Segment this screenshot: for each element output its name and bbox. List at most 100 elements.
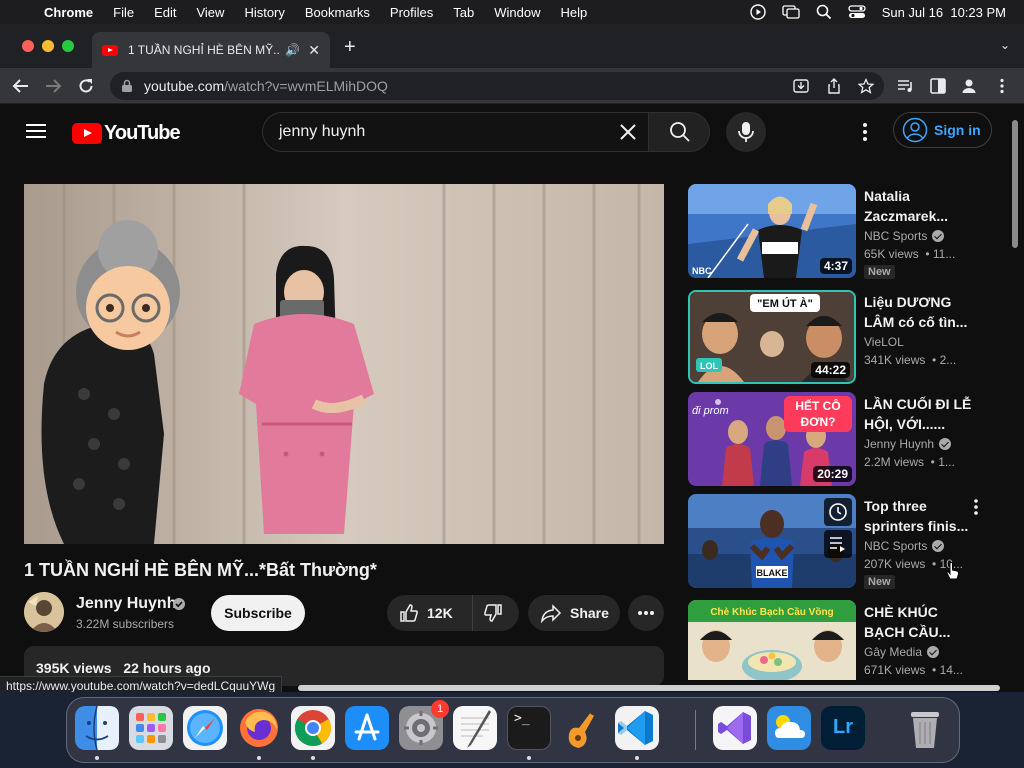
bookmark-star-icon[interactable] xyxy=(858,78,874,94)
clear-search-icon[interactable] xyxy=(616,120,640,144)
dock-garageband-icon[interactable] xyxy=(561,706,605,750)
youtube-header: YouTube jenny huynh Sign in xyxy=(0,104,1024,160)
dock-system-settings-icon[interactable]: 1 xyxy=(399,700,449,750)
close-window-button[interactable] xyxy=(22,40,34,52)
install-app-icon[interactable] xyxy=(793,78,809,94)
duration-badge: 44:22 xyxy=(811,362,850,378)
recommendation-item[interactable]: BLAKE Top three sprinters finis... NBC Sp… xyxy=(688,494,998,590)
duration-badge: 20:29 xyxy=(813,466,852,482)
menu-history[interactable]: History xyxy=(244,5,284,20)
more-actions-button[interactable] xyxy=(628,595,664,631)
menu-profiles[interactable]: Profiles xyxy=(390,5,433,20)
screen-mirroring-icon[interactable] xyxy=(782,4,800,20)
video-title: 1 TUẦN NGHỈ HÈ BÊN MỸ...*Bất Thường* xyxy=(24,560,377,580)
reload-icon[interactable] xyxy=(77,77,95,95)
dock-finder-icon[interactable] xyxy=(75,706,119,750)
spotlight-search-icon[interactable] xyxy=(816,4,832,20)
search-input[interactable]: jenny huynh xyxy=(262,112,648,152)
menu-view[interactable]: View xyxy=(196,5,224,20)
dock-app-store-icon[interactable] xyxy=(345,706,389,750)
terminal-prompt-glyph: >_ xyxy=(514,711,530,726)
settings-kebab-icon[interactable] xyxy=(858,122,872,142)
profile-avatar-icon[interactable] xyxy=(961,78,977,94)
sign-in-button[interactable]: Sign in xyxy=(893,112,992,148)
tab-search-chevron-icon[interactable]: ⌄ xyxy=(1000,38,1010,52)
recommendation-channel: NBC Sports xyxy=(864,229,945,243)
subscriber-count: 3.22M subscribers xyxy=(76,617,175,631)
menubar-clock[interactable]: Sun Jul 16 10:23 PM xyxy=(882,5,1006,20)
dislike-button[interactable] xyxy=(473,595,503,631)
recommendation-meta: 2.2M views • 1... xyxy=(864,455,955,469)
tab-audio-speaker-icon[interactable]: 🔊 xyxy=(285,43,300,57)
control-center-icon[interactable] xyxy=(848,4,866,20)
vertical-scrollbar[interactable] xyxy=(1012,120,1018,248)
recommendation-thumbnail[interactable]: Chè Khúc Bạch Cầu Vồng xyxy=(688,600,856,680)
action-menu-kebab-icon[interactable] xyxy=(973,498,979,516)
minimize-window-button[interactable] xyxy=(42,40,54,52)
new-badge: New xyxy=(864,265,895,279)
add-to-queue-button[interactable] xyxy=(824,530,852,558)
browser-tab-active[interactable]: 1 TUẦN NGHỈ HÈ BÊN MỸ... 🔊 ✕ xyxy=(92,32,330,68)
menu-file[interactable]: File xyxy=(113,5,134,20)
thumb-banner-text-1: HẾT CÔ xyxy=(795,398,840,413)
search-button[interactable] xyxy=(648,112,710,152)
new-tab-plus-icon[interactable]: + xyxy=(344,36,356,59)
view-count: 395K views xyxy=(36,660,112,676)
side-panel-icon[interactable] xyxy=(930,78,946,94)
recommendation-item[interactable]: HẾT CÔ ĐƠN? đi prom 20:29 LẦN CUỐI ĐI LỄ HỘ… xyxy=(688,392,998,488)
subscribe-button[interactable]: Subscribe xyxy=(211,595,305,631)
lock-icon[interactable] xyxy=(120,79,134,93)
media-controls-icon[interactable] xyxy=(897,78,915,94)
forward-arrow-icon[interactable] xyxy=(44,77,62,95)
recommendation-thumbnail[interactable]: NBC 4:37 xyxy=(688,184,856,278)
youtube-play-logo-icon xyxy=(72,123,102,144)
dock-weather-icon[interactable] xyxy=(767,706,811,750)
share-page-icon[interactable] xyxy=(826,78,842,94)
menu-edit[interactable]: Edit xyxy=(154,5,176,20)
recommendation-item[interactable]: NBC 4:37 Natalia Zaczmarek... NBC Sports … xyxy=(688,184,998,280)
dock-textedit-icon[interactable] xyxy=(453,706,497,750)
channel-avatar[interactable] xyxy=(24,592,64,632)
back-arrow-icon[interactable] xyxy=(12,77,30,95)
recommendation-title: CHÈ KHÚC BẠCH CẦU... xyxy=(864,604,951,640)
recommendation-title: Natalia Zaczmarek... xyxy=(864,188,949,224)
dock-visual-studio-icon[interactable] xyxy=(713,706,757,750)
menu-window[interactable]: Window xyxy=(494,5,540,20)
youtube-logo[interactable]: YouTube xyxy=(72,122,181,145)
share-button[interactable]: Share xyxy=(528,595,620,631)
like-count: 12K xyxy=(427,605,453,621)
chrome-menu-kebab-icon[interactable] xyxy=(998,78,1006,94)
dock-safari-icon[interactable] xyxy=(183,706,227,750)
horizontal-scrollbar[interactable] xyxy=(298,685,1000,691)
dock-terminal-icon[interactable]: >_ xyxy=(507,706,551,750)
voice-search-button[interactable] xyxy=(726,112,766,152)
dock-vscode-icon[interactable] xyxy=(615,706,659,750)
watch-later-button[interactable] xyxy=(824,498,852,526)
youtube-wordmark: YouTube xyxy=(104,122,181,144)
channel-name[interactable]: Jenny Huynh xyxy=(76,595,176,613)
media-play-icon[interactable] xyxy=(749,4,766,20)
recommendation-title: Top three sprinters finis... xyxy=(864,498,969,534)
menu-app-name[interactable]: Chrome xyxy=(44,5,93,20)
recommendation-thumbnail[interactable]: "EM ÚT À" LOL 44:22 xyxy=(688,290,856,384)
dock-running-indicator xyxy=(95,756,99,760)
tab-close-icon[interactable]: ✕ xyxy=(308,42,320,59)
menu-bookmarks[interactable]: Bookmarks xyxy=(305,5,370,20)
dock-chrome-icon[interactable] xyxy=(291,706,335,750)
menu-tab[interactable]: Tab xyxy=(453,5,474,20)
dock-lightroom-icon[interactable]: Lr xyxy=(821,706,865,750)
macos-dock: 1 >_ Lr xyxy=(66,697,960,763)
maximize-window-button[interactable] xyxy=(62,40,74,52)
recommendation-thumbnail[interactable]: BLAKE xyxy=(688,494,856,588)
video-player[interactable] xyxy=(24,184,664,544)
dock-launchpad-icon[interactable] xyxy=(129,706,173,750)
guide-menu-icon[interactable] xyxy=(26,124,46,138)
address-bar[interactable]: youtube.com/watch?v=wvmELMihDOQ xyxy=(110,72,884,100)
recommendation-item[interactable]: "EM ÚT À" LOL 44:22 Liệu DƯƠNG LÂM có cố t… xyxy=(688,290,998,386)
dock-trash-icon[interactable] xyxy=(903,706,947,750)
like-button[interactable]: 12K xyxy=(387,595,473,631)
menu-help[interactable]: Help xyxy=(561,5,588,20)
dock-firefox-icon[interactable] xyxy=(237,706,281,750)
recommendation-thumbnail[interactable]: HẾT CÔ ĐƠN? đi prom 20:29 xyxy=(688,392,856,486)
recommendation-item[interactable]: Chè Khúc Bạch Cầu Vồng CHÈ KHÚC BẠCH CẦU.… xyxy=(688,600,998,680)
